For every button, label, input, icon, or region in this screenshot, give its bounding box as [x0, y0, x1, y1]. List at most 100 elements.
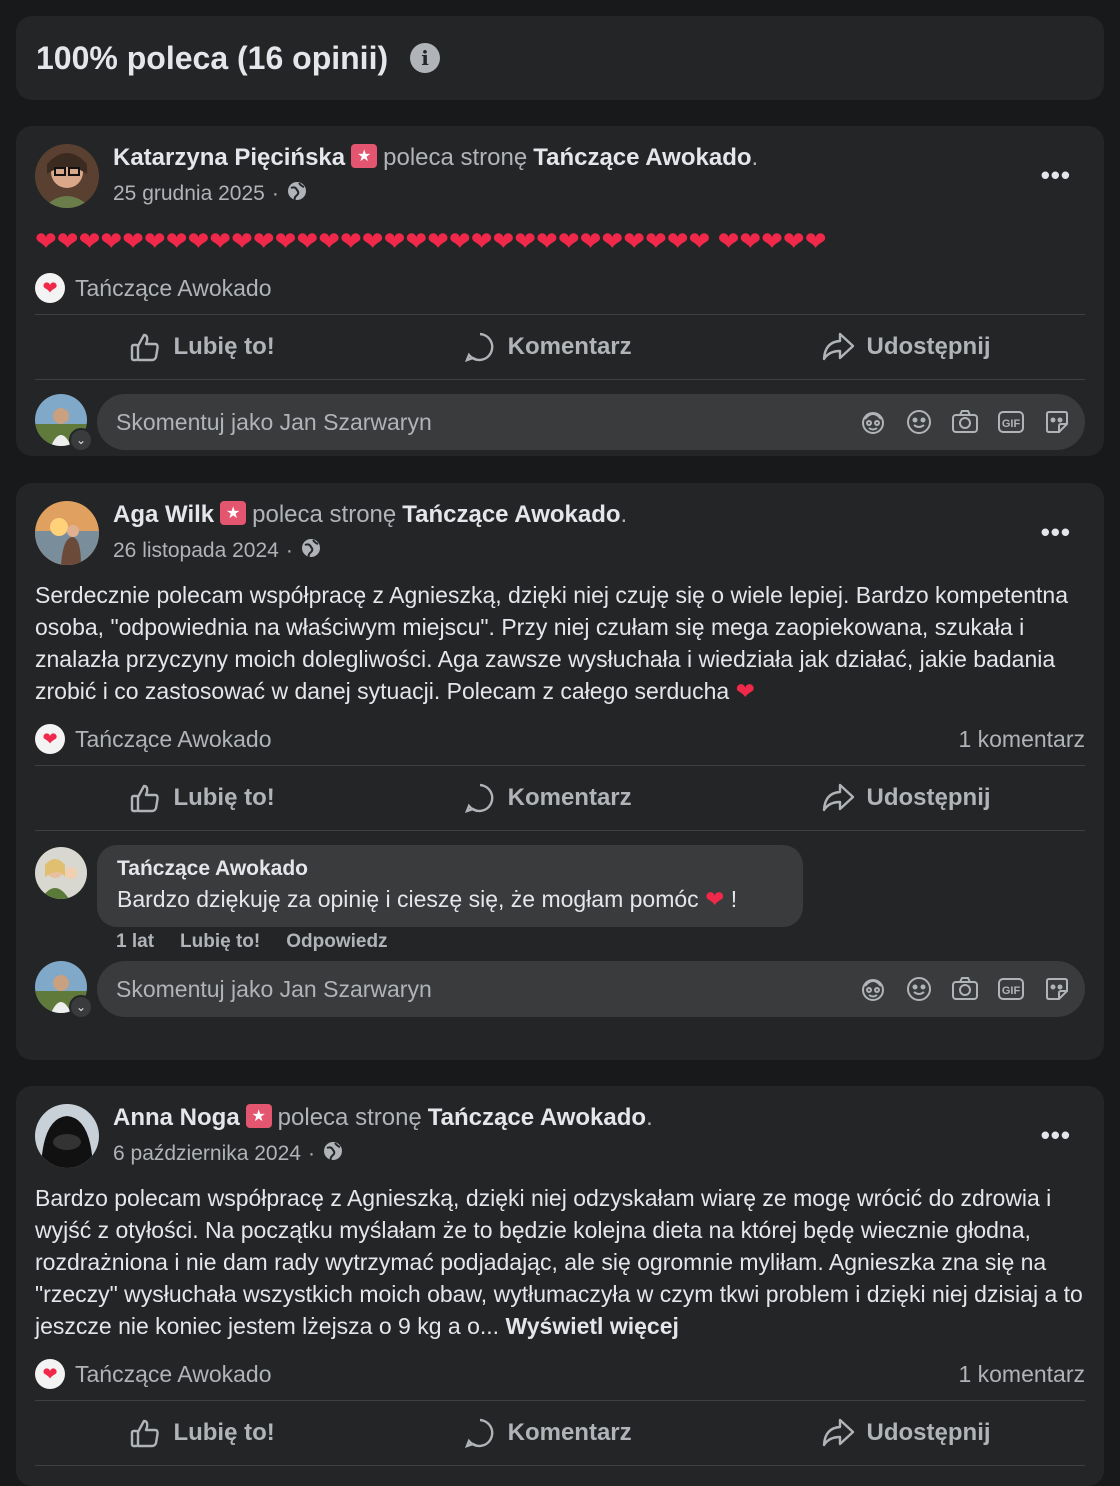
- like-label: Lubię to!: [173, 1419, 275, 1446]
- share-label: Udostępnij: [866, 784, 991, 811]
- more-options-icon[interactable]: •••: [1041, 1120, 1071, 1151]
- page-tag-row: ❤ Tańczące Awokado 1 komentarz: [35, 713, 1085, 766]
- post-date-text[interactable]: 25 grudnia 2025: [113, 182, 265, 206]
- reply-text: Bardzo dziękuję za opinię i cieszę się, …: [117, 886, 699, 912]
- comment-count[interactable]: 1 komentarz: [958, 1361, 1085, 1388]
- camera-icon[interactable]: [951, 408, 979, 436]
- heart-emoji: ❤: [735, 678, 755, 704]
- see-more-link[interactable]: Wyświetl więcej: [505, 1313, 678, 1339]
- action-bar: Lubię to! Komentarz Udostępnij: [35, 766, 1085, 831]
- thumbs-up-icon: [131, 333, 160, 362]
- post-body: Bardzo polecam współpracę z Agnieszką, d…: [35, 1182, 1085, 1348]
- avatar[interactable]: [35, 144, 99, 208]
- share-button[interactable]: Udostępnij: [821, 1417, 991, 1449]
- heart-badge-icon: ❤: [35, 724, 65, 754]
- post-date-text[interactable]: 6 października 2024: [113, 1142, 301, 1166]
- comment-input[interactable]: Skomentuj jako Jan Szarwaryn GIF: [97, 394, 1085, 450]
- page-reply: Tańczące Awokado Bardzo dziękuję za opin…: [35, 831, 1085, 965]
- share-label: Udostępnij: [866, 1419, 991, 1446]
- page-tag[interactable]: Tańczące Awokado: [75, 1361, 272, 1388]
- share-button[interactable]: Udostępnij: [821, 782, 991, 814]
- post-header: Anna Noga ★ poleca stronę Tańczące Awoka…: [35, 1086, 1085, 1182]
- like-button[interactable]: Lubię to!: [129, 782, 275, 814]
- page-name[interactable]: Tańczące Awokado: [533, 144, 751, 172]
- heart-badge-icon: ❤: [35, 1359, 65, 1389]
- post-date: 26 listopada 2024 ·: [113, 538, 321, 564]
- svg-text:GIF: GIF: [1002, 418, 1021, 430]
- share-icon: [822, 783, 854, 812]
- review-headline: Anna Noga ★ poleca stronę Tańczące Awoka…: [113, 1104, 653, 1132]
- review-verb: poleca stronę: [252, 501, 397, 528]
- comment-count[interactable]: 1 komentarz: [958, 726, 1085, 753]
- share-label: Udostępnij: [866, 333, 991, 360]
- reply-text-end: !: [730, 886, 738, 912]
- sticker-icon[interactable]: [1043, 408, 1071, 436]
- camera-icon[interactable]: [951, 975, 979, 1003]
- review-headline: Katarzyna Pięcińska ★ poleca stronę Tańc…: [113, 144, 758, 172]
- chevron-down-icon[interactable]: ⌄: [69, 428, 93, 452]
- review-verb: poleca stronę: [277, 1104, 422, 1131]
- recommend-icon: ★: [245, 1104, 272, 1128]
- comment-composer: ⌄ Skomentuj jako Jan Szarwaryn GIF: [35, 961, 1085, 1031]
- avatar[interactable]: [35, 501, 99, 565]
- comment-button[interactable]: Komentarz: [464, 1417, 632, 1449]
- thumbs-up-icon: [131, 1419, 160, 1448]
- page-tag[interactable]: Tańczące Awokado: [75, 726, 272, 753]
- svg-text:GIF: GIF: [1002, 985, 1021, 997]
- reply-respond-link[interactable]: Odpowiedz: [286, 931, 387, 953]
- like-label: Lubię to!: [173, 333, 275, 360]
- recommend-icon: ★: [351, 144, 378, 168]
- comment-input[interactable]: Skomentuj jako Jan Szarwaryn GIF: [97, 961, 1085, 1017]
- page-avatar[interactable]: [35, 847, 87, 899]
- date-separator: ·: [307, 1142, 315, 1165]
- post-header: Aga Wilk ★ poleca stronę Tańczące Awokad…: [35, 483, 1085, 579]
- avatar-sticker-icon[interactable]: [859, 975, 887, 1003]
- page-tag[interactable]: Tańczące Awokado: [75, 275, 272, 302]
- chevron-down-icon[interactable]: ⌄: [69, 995, 93, 1019]
- review-card: Aga Wilk ★ poleca stronę Tańczące Awokad…: [16, 483, 1104, 1060]
- comment-button[interactable]: Komentarz: [464, 782, 632, 814]
- reviews-summary: 100% poleca (16 opinii) i: [16, 16, 1104, 100]
- globe-icon: [301, 538, 321, 564]
- reply-text-row: Bardzo dziękuję za opinię i cieszę się, …: [117, 883, 783, 915]
- comment-composer: ⌄ Skomentuj jako Jan Szarwaryn GIF: [35, 380, 1085, 462]
- avatar-sticker-icon[interactable]: [859, 408, 887, 436]
- sticker-icon[interactable]: [1043, 975, 1071, 1003]
- emoji-icon[interactable]: [905, 975, 933, 1003]
- recommend-icon: ★: [220, 501, 247, 525]
- post-date: 6 października 2024 ·: [113, 1141, 343, 1167]
- globe-icon: [287, 181, 307, 207]
- comment-icon: [464, 783, 494, 813]
- page-name[interactable]: Tańczące Awokado: [428, 1104, 646, 1132]
- reply-like-link[interactable]: Lubię to!: [180, 931, 260, 953]
- author-name[interactable]: Anna Noga: [113, 1104, 240, 1132]
- comment-placeholder: Skomentuj jako Jan Szarwaryn: [116, 975, 432, 1002]
- author-name[interactable]: Aga Wilk: [113, 501, 214, 529]
- review-card: Anna Noga ★ poleca stronę Tańczące Awoka…: [16, 1086, 1104, 1486]
- post-date-text[interactable]: 26 listopada 2024: [113, 539, 279, 563]
- info-icon[interactable]: i: [410, 43, 441, 73]
- page-tag-row: ❤ Tańczące Awokado 1 komentarz: [35, 1348, 1085, 1401]
- like-button[interactable]: Lubię to!: [129, 331, 275, 363]
- headline-period: .: [646, 1104, 653, 1131]
- more-options-icon[interactable]: •••: [1041, 160, 1071, 191]
- more-options-icon[interactable]: •••: [1041, 517, 1071, 548]
- like-button[interactable]: Lubię to!: [129, 1417, 275, 1449]
- avatar[interactable]: [35, 1104, 99, 1168]
- author-name[interactable]: Katarzyna Pięcińska: [113, 144, 345, 172]
- date-separator: ·: [271, 182, 279, 205]
- review-card: Katarzyna Pięcińska ★ poleca stronę Tańc…: [16, 126, 1104, 456]
- comment-icon: [464, 1418, 494, 1448]
- comment-label: Komentarz: [507, 1419, 632, 1446]
- gif-icon[interactable]: GIF: [997, 408, 1025, 436]
- heart-emoji: ❤: [705, 886, 725, 912]
- comment-button[interactable]: Komentarz: [464, 331, 632, 363]
- share-button[interactable]: Udostępnij: [821, 331, 991, 363]
- comment-placeholder: Skomentuj jako Jan Szarwaryn: [116, 408, 432, 435]
- gif-icon[interactable]: GIF: [997, 975, 1025, 1003]
- reply-author[interactable]: Tańczące Awokado: [117, 855, 783, 883]
- review-headline: Aga Wilk ★ poleca stronę Tańczące Awokad…: [113, 501, 627, 529]
- page-name[interactable]: Tańczące Awokado: [402, 501, 620, 529]
- reply-age[interactable]: 1 lat: [116, 931, 154, 953]
- emoji-icon[interactable]: [905, 408, 933, 436]
